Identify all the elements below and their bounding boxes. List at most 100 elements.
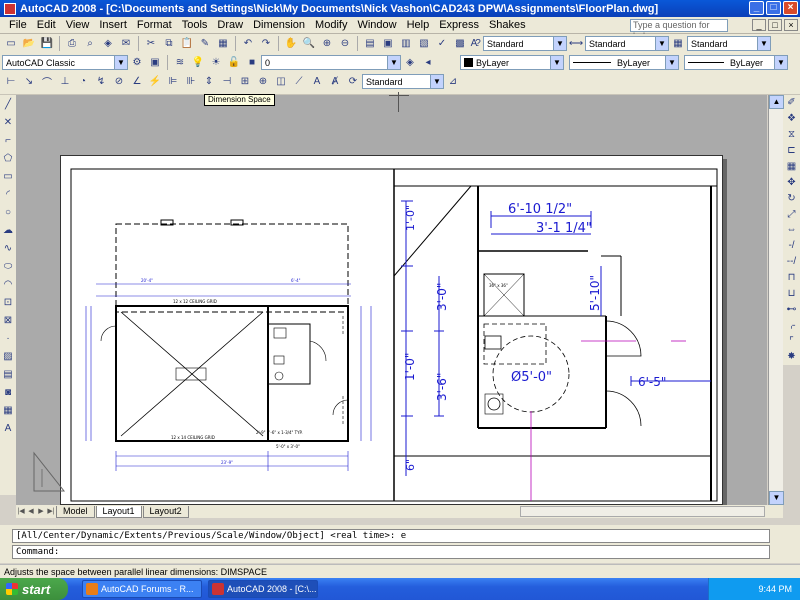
construction-line-icon[interactable]: ✕ [0, 114, 16, 130]
continue-dimension-icon[interactable]: ⊪ [183, 74, 199, 90]
tab-prev-icon[interactable]: ◀ [26, 506, 36, 517]
zoom-previous-icon[interactable]: ⊖ [337, 36, 353, 52]
print-icon[interactable]: ⎙ [64, 36, 80, 52]
taskbar-forums[interactable]: AutoCAD Forums - R... [82, 580, 202, 598]
ordinate-dimension-icon[interactable]: ⊥ [57, 74, 73, 90]
markup-icon[interactable]: ✓ [434, 36, 450, 52]
trim-icon[interactable]: -/ [784, 239, 800, 253]
rectangle-icon[interactable]: ▭ [0, 168, 16, 184]
erase-icon[interactable]: ✐ [784, 96, 800, 110]
tool-palettes-icon[interactable]: ▥ [398, 36, 414, 52]
dim-style-control-select[interactable]: Standard ▼ [362, 74, 444, 89]
tab-last-icon[interactable]: ▶| [46, 506, 56, 517]
baseline-dimension-icon[interactable]: ⊫ [165, 74, 181, 90]
workspace-select[interactable]: AutoCAD Classic ▼ [2, 55, 128, 70]
menu-window[interactable]: Window [352, 19, 401, 31]
point-icon[interactable]: · [0, 330, 16, 346]
print-preview-icon[interactable]: ⌕ [82, 36, 98, 52]
tab-next-icon[interactable]: ▶ [36, 506, 46, 517]
offset-icon[interactable]: ⊏ [784, 144, 800, 158]
menu-insert[interactable]: Insert [94, 19, 132, 31]
sheet-set-icon[interactable]: ▧ [416, 36, 432, 52]
circle-icon[interactable]: ○ [0, 204, 16, 220]
properties-icon[interactable]: ▤ [362, 36, 378, 52]
spline-icon[interactable]: ∿ [0, 240, 16, 256]
explode-icon[interactable]: ✸ [784, 350, 800, 364]
move-icon[interactable]: ✥ [784, 175, 800, 189]
doc-close-button[interactable]: × [784, 19, 798, 31]
inspection-icon[interactable]: ◫ [273, 74, 289, 90]
break-icon[interactable]: ⊔ [784, 287, 800, 301]
dimension-text-edit-icon[interactable]: Ⱥ [327, 74, 343, 90]
make-block-icon[interactable]: ⊠ [0, 312, 16, 328]
help-search-input[interactable]: Type a question for help [630, 19, 728, 41]
command-input[interactable]: Command: [12, 545, 770, 559]
quick-dimension-icon[interactable]: ⚡ [147, 74, 163, 90]
cut-icon[interactable]: ✂ [143, 36, 159, 52]
arc-icon[interactable]: ◜ [0, 186, 16, 202]
doc-restore-button[interactable]: □ [768, 19, 782, 31]
tab-layout2[interactable]: Layout2 [142, 505, 189, 518]
dimension-update-icon[interactable]: ⟳ [345, 74, 361, 90]
layer-select[interactable]: 0 ▼ [261, 55, 401, 70]
open-icon[interactable]: 📂 [21, 36, 37, 52]
menu-shakes[interactable]: Shakes [484, 19, 531, 31]
tab-first-icon[interactable]: |◀ [16, 506, 26, 517]
make-object-layer-current-icon[interactable]: ◈ [402, 55, 418, 71]
jogged-dimension-icon[interactable]: ↯ [93, 74, 109, 90]
dimension-edit-icon[interactable]: A [309, 74, 325, 90]
menu-view[interactable]: View [61, 19, 95, 31]
table-icon[interactable]: ▦ [0, 402, 16, 418]
rotate-icon[interactable]: ↻ [784, 191, 800, 205]
vertical-scrollbar[interactable]: ▲ ▼ [768, 95, 784, 505]
break-at-point-icon[interactable]: ⊓ [784, 271, 800, 285]
etransmit-icon[interactable]: ✉ [118, 36, 134, 52]
jogged-linear-icon[interactable]: ⟋ [291, 74, 307, 90]
center-mark-icon[interactable]: ⊕ [255, 74, 271, 90]
doc-minimize-button[interactable]: _ [752, 19, 766, 31]
table-style-select[interactable]: Standard ▼ [687, 36, 771, 51]
multiline-text-icon[interactable]: A [0, 420, 16, 436]
region-icon[interactable]: ◙ [0, 384, 16, 400]
dimension-break-icon[interactable]: ⊣ [219, 74, 235, 90]
minimize-button[interactable]: _ [749, 1, 764, 15]
menu-draw[interactable]: Draw [212, 19, 248, 31]
ellipse-arc-icon[interactable]: ◠ [0, 276, 16, 292]
dimension-style-icon[interactable]: ⊿ [445, 74, 461, 90]
color-select[interactable]: ByLayer ▼ [460, 55, 564, 70]
zoom-window-icon[interactable]: ⊕ [319, 36, 335, 52]
save-icon[interactable]: 💾 [39, 36, 55, 52]
fillet-icon[interactable]: ⌜ [784, 334, 800, 348]
match-properties-icon[interactable]: ✎ [197, 36, 213, 52]
text-style-select[interactable]: Standard ▼ [483, 36, 567, 51]
scroll-up-button[interactable]: ▲ [769, 95, 784, 109]
menu-tools[interactable]: Tools [177, 19, 213, 31]
stretch-icon[interactable]: ⇔ [784, 223, 800, 237]
taskbar-autocad[interactable]: AutoCAD 2008 - [C:\... [208, 580, 318, 598]
horizontal-scrollbar[interactable] [520, 506, 765, 517]
menu-file[interactable]: File [4, 19, 32, 31]
angular-dimension-icon[interactable]: ∠ [129, 74, 145, 90]
lineweight-select[interactable]: ByLayer ▼ [684, 55, 788, 70]
linetype-select[interactable]: ByLayer ▼ [569, 55, 679, 70]
tolerance-icon[interactable]: ⊞ [237, 74, 253, 90]
insert-block-icon[interactable]: ⊡ [0, 294, 16, 310]
design-center-icon[interactable]: ▣ [380, 36, 396, 52]
pan-icon[interactable]: ✋ [283, 36, 299, 52]
my-workspace-icon[interactable]: ▣ [147, 55, 163, 71]
aligned-dimension-icon[interactable]: ↘ [21, 74, 37, 90]
zoom-realtime-icon[interactable]: 🔍 [301, 36, 317, 52]
close-button[interactable]: × [783, 1, 798, 15]
new-icon[interactable]: ▭ [3, 36, 19, 52]
tab-model[interactable]: Model [56, 505, 95, 518]
dimension-space-icon[interactable]: ⇕ [201, 74, 217, 90]
gradient-icon[interactable]: ▤ [0, 366, 16, 382]
layer-previous-icon[interactable]: ◂ [420, 55, 436, 71]
mirror-icon[interactable]: ⧖ [784, 128, 800, 142]
autocad-app-icon[interactable] [4, 2, 16, 15]
tab-layout1[interactable]: Layout1 [95, 505, 142, 518]
menu-format[interactable]: Format [132, 19, 177, 31]
extend-icon[interactable]: --/ [784, 255, 800, 269]
scale-icon[interactable]: ⤢ [784, 207, 800, 221]
linear-dimension-icon[interactable]: ⊢ [3, 74, 19, 90]
